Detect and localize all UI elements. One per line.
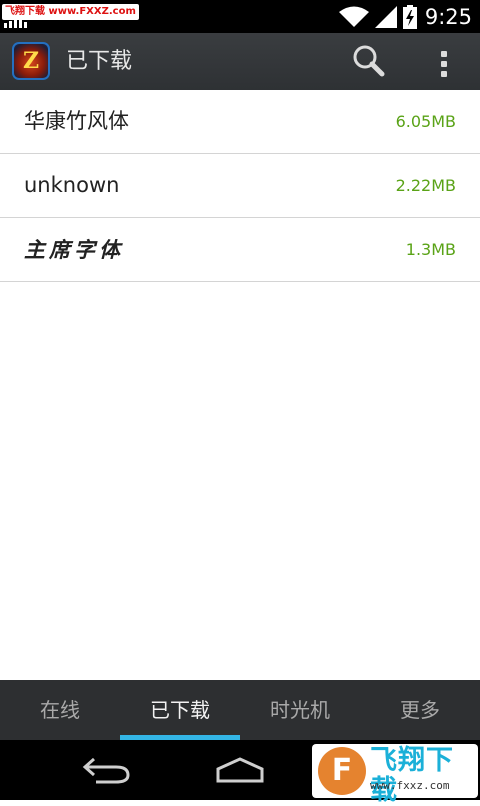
font-name: 华康竹风体 (24, 109, 129, 133)
search-button[interactable] (350, 43, 390, 81)
search-icon (353, 45, 385, 77)
bottom-tab-bar: 在线 已下载 时光机 更多 (0, 680, 480, 740)
action-bar: Z 已下载 (0, 33, 480, 90)
back-button[interactable] (82, 755, 132, 785)
home-icon (216, 757, 264, 783)
tab-time-machine[interactable]: 时光机 (240, 680, 360, 740)
watermark-url: www.fxxz.com (370, 779, 450, 792)
tab-label: 更多 (400, 698, 440, 722)
font-name: 主席字体 (24, 237, 124, 262)
status-bar: 飞翔下载 www.FXXZ.com 9:25 (0, 0, 480, 33)
file-size: 1.3MB (405, 240, 456, 259)
file-size: 6.05MB (395, 112, 456, 131)
tab-more[interactable]: 更多 (360, 680, 480, 740)
tab-label: 时光机 (270, 698, 330, 722)
notification-icon (4, 20, 32, 28)
battery-charging-icon (402, 4, 417, 29)
watermark-brand: 飞翔下载 (370, 745, 454, 806)
app-logo-letter: Z (22, 48, 40, 74)
font-name: unknown (24, 173, 120, 197)
tab-label: 在线 (40, 698, 80, 722)
file-size: 2.22MB (395, 176, 456, 195)
back-icon (82, 757, 130, 784)
watermark-glyph: F (331, 753, 353, 788)
tab-downloaded[interactable]: 已下载 (120, 680, 240, 740)
downloaded-font-list: 华康竹风体 6.05MB unknown 2.22MB 主席字体 1.3MB (0, 90, 480, 282)
watermark-circle-icon: F (318, 747, 366, 795)
app-logo-icon[interactable]: Z (12, 42, 50, 80)
page-title: 已下载 (66, 49, 133, 74)
tab-label: 已下载 (150, 698, 210, 722)
tab-online[interactable]: 在线 (0, 680, 120, 740)
list-item[interactable]: 华康竹风体 6.05MB (0, 90, 480, 154)
list-item[interactable]: 主席字体 1.3MB (0, 218, 480, 282)
home-button[interactable] (214, 757, 266, 783)
wifi-icon (338, 6, 369, 27)
clock: 9:25 (424, 4, 472, 29)
watermark-text: 飞翔下载 www.FXXZ.com (2, 4, 139, 20)
list-item[interactable]: unknown 2.22MB (0, 154, 480, 218)
watermark-logo: F 飞翔下载 www.fxxz.com (312, 744, 478, 806)
signal-icon (374, 5, 397, 28)
overflow-menu-button[interactable] (430, 43, 458, 81)
